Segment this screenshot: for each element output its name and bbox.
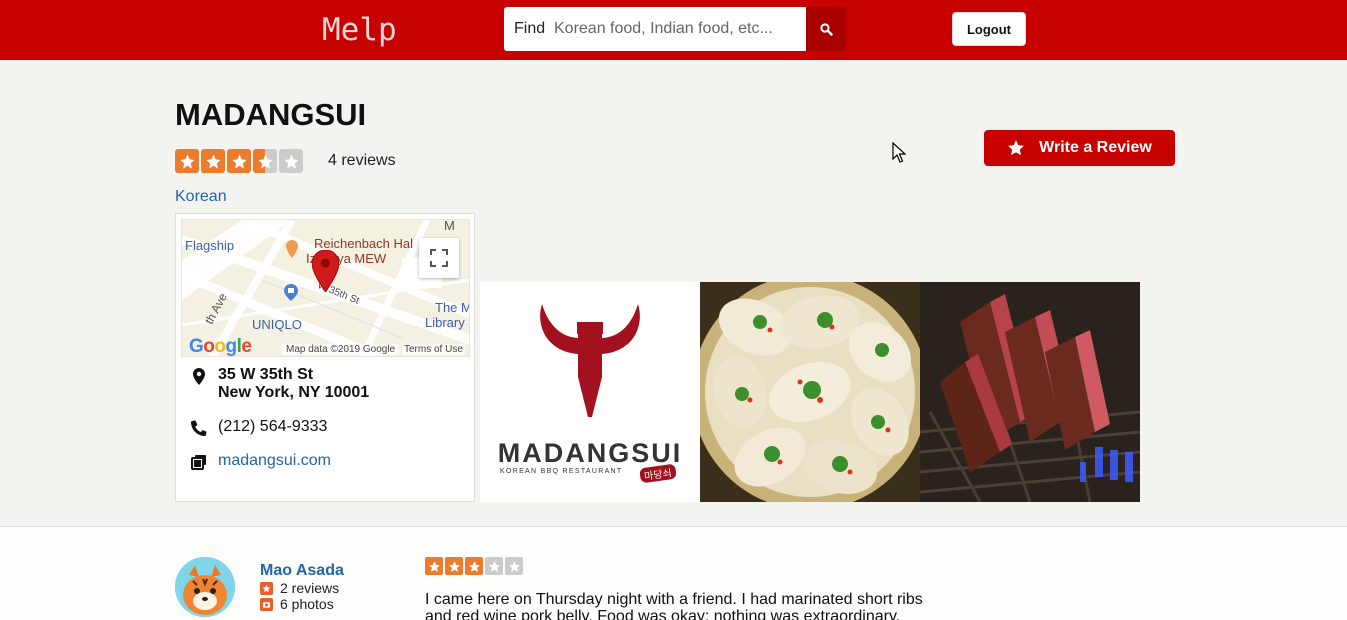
map-data-credit: Map data ©2019 Google bbox=[282, 344, 400, 355]
review-text: I came here on Thursday night with a fri… bbox=[425, 591, 923, 620]
map-label-flagship: Flagship bbox=[185, 238, 235, 253]
map-label-library: Library & M bbox=[425, 315, 469, 330]
map-label-m: M bbox=[444, 219, 455, 233]
star-icon bbox=[485, 557, 503, 575]
phone-row: (212) 564-9333 bbox=[190, 418, 327, 436]
website-row: madangsui.com bbox=[190, 452, 331, 470]
search-input[interactable] bbox=[554, 15, 799, 43]
star-icon bbox=[445, 557, 463, 575]
business-name: MADANGSUI bbox=[175, 97, 367, 132]
logout-button[interactable]: Logout bbox=[952, 12, 1026, 46]
search-button[interactable] bbox=[806, 7, 846, 51]
star-icon bbox=[227, 149, 251, 173]
reviewer-photo-count: 6 photos bbox=[260, 596, 334, 612]
logo[interactable]: Melp bbox=[322, 12, 397, 48]
review-count-icon bbox=[260, 581, 273, 595]
reviewer-review-count: 2 reviews bbox=[260, 580, 339, 596]
fullscreen-icon bbox=[430, 249, 448, 267]
reviewer-review-count-text: 2 reviews bbox=[280, 580, 340, 596]
review-count: 4 reviews bbox=[328, 152, 396, 169]
photo-steak[interactable] bbox=[920, 282, 1140, 502]
address-row: 35 W 35th St New York, NY 10001 bbox=[190, 366, 369, 402]
write-review-button[interactable]: Write a Review bbox=[984, 130, 1175, 166]
cursor-icon bbox=[892, 142, 906, 163]
tiger-avatar-icon bbox=[175, 557, 235, 617]
steak-image bbox=[920, 282, 1140, 502]
phone-icon bbox=[190, 418, 208, 436]
star-icon bbox=[505, 557, 523, 575]
shop-marker-icon bbox=[284, 284, 298, 301]
phone-number: (212) 564-9333 bbox=[218, 418, 328, 435]
reviewer-avatar[interactable] bbox=[175, 557, 235, 617]
star-icon bbox=[201, 149, 225, 173]
photo-logo-subtitle: KOREAN BBQ RESTAURANT bbox=[500, 468, 623, 475]
map-label-reichenbach: Reichenbach Hal bbox=[314, 236, 414, 251]
write-review-label: Write a Review bbox=[1039, 139, 1152, 156]
top-navbar: Melp Find Logout bbox=[0, 0, 1347, 60]
address: 35 W 35th St New York, NY 10001 bbox=[218, 366, 369, 402]
map-label-the-m: The M bbox=[435, 300, 470, 315]
star-icon bbox=[279, 149, 303, 173]
map-fullscreen-button[interactable] bbox=[419, 238, 459, 278]
photo-logo[interactable]: MADANGSUI KOREAN BBQ RESTAURANT 마당쇠 bbox=[480, 282, 700, 502]
address-line1: 35 W 35th St bbox=[218, 366, 314, 383]
star-icon bbox=[425, 557, 443, 575]
address-line2: New York, NY 10001 bbox=[218, 384, 370, 401]
website-icon bbox=[190, 452, 208, 470]
category-link[interactable]: Korean bbox=[175, 188, 227, 206]
location-card: Flagship Reichenbach Hal Izakaya MEW M C… bbox=[175, 213, 475, 502]
search-label: Find bbox=[514, 20, 546, 37]
reviewer-name[interactable]: Mao Asada bbox=[260, 562, 344, 580]
map-marker-icon[interactable] bbox=[312, 250, 339, 292]
map[interactable]: Flagship Reichenbach Hal Izakaya MEW M C… bbox=[181, 219, 470, 357]
website-link[interactable]: madangsui.com bbox=[218, 452, 331, 470]
restaurant-marker-icon bbox=[286, 240, 298, 258]
star-icon bbox=[253, 149, 277, 173]
review-rating-stars bbox=[425, 557, 523, 575]
star-icon bbox=[465, 557, 483, 575]
photo-count-icon bbox=[260, 597, 273, 611]
business-rating-stars bbox=[175, 149, 303, 173]
map-label-uniqlo: UNIQLO bbox=[252, 317, 302, 332]
reviewer-photo-count-text: 6 photos bbox=[280, 596, 334, 612]
google-logo[interactable]: Google bbox=[189, 336, 252, 356]
map-terms-link[interactable]: Terms of Use bbox=[402, 344, 465, 355]
search-box: Find bbox=[504, 7, 806, 51]
photo-dumplings[interactable] bbox=[700, 282, 920, 502]
pin-icon bbox=[190, 366, 208, 402]
search-icon bbox=[819, 22, 833, 36]
star-icon bbox=[175, 149, 199, 173]
star-icon bbox=[1008, 140, 1025, 156]
dumplings-image bbox=[700, 282, 920, 502]
